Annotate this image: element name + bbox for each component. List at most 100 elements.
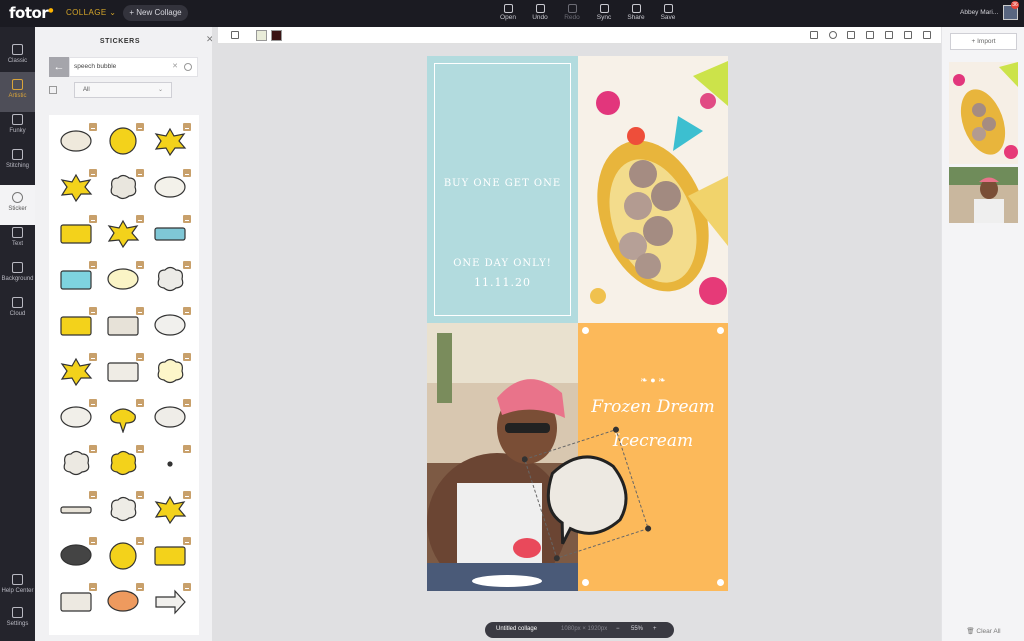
sticker-item[interactable] bbox=[153, 353, 191, 387]
rail-item-settings[interactable]: Settings bbox=[0, 600, 35, 640]
user-name[interactable]: Abbey Mari... bbox=[960, 9, 998, 16]
color-swatch-2[interactable] bbox=[271, 30, 282, 41]
cell-corner-handle[interactable] bbox=[582, 327, 589, 334]
undo-button[interactable]: Undo bbox=[525, 4, 555, 21]
resize-icon[interactable] bbox=[49, 86, 57, 94]
premium-badge-icon bbox=[89, 445, 97, 453]
sticker-item[interactable] bbox=[59, 399, 97, 433]
sticker-item[interactable] bbox=[106, 583, 144, 617]
rail-item-cloud[interactable]: Cloud bbox=[0, 290, 35, 330]
premium-badge-icon bbox=[89, 353, 97, 361]
sticker-item[interactable] bbox=[153, 491, 191, 525]
sticker-item[interactable] bbox=[106, 307, 144, 341]
mode-dropdown[interactable]: COLLAGE ⌄ bbox=[66, 8, 116, 17]
sticker-item[interactable] bbox=[153, 399, 191, 433]
rail-item-classic[interactable]: Classic bbox=[0, 37, 35, 77]
promo-date[interactable]: 11.11.20 bbox=[427, 276, 578, 289]
sticker-item[interactable] bbox=[59, 353, 97, 387]
premium-badge-icon bbox=[136, 307, 144, 315]
sticker-item[interactable] bbox=[59, 583, 97, 617]
rail-item-artistic[interactable]: Artistic bbox=[0, 72, 35, 112]
sticker-item[interactable] bbox=[153, 215, 191, 249]
sync-icon bbox=[599, 4, 609, 13]
sticker-item[interactable] bbox=[153, 537, 191, 571]
clear-all-button[interactable]: 🗑 Clear All bbox=[942, 627, 1024, 635]
search-icon[interactable] bbox=[184, 63, 192, 71]
sticker-item[interactable] bbox=[106, 537, 144, 571]
selected-speech-bubble[interactable] bbox=[522, 424, 652, 574]
import-button[interactable]: + Import bbox=[950, 33, 1017, 50]
promo-text[interactable]: BUY ONE GET ONE bbox=[427, 178, 578, 189]
new-collage-button[interactable]: + New Collage bbox=[123, 5, 188, 21]
settings-icon bbox=[12, 607, 23, 618]
notification-badge[interactable]: 36 bbox=[1011, 1, 1019, 9]
back-button[interactable]: ← bbox=[49, 57, 69, 77]
layers-icon[interactable] bbox=[885, 31, 893, 39]
sticker-item[interactable] bbox=[106, 261, 144, 295]
premium-badge-icon bbox=[89, 169, 97, 177]
sticker-item[interactable] bbox=[59, 307, 97, 341]
share-icon bbox=[631, 4, 641, 13]
zoom-out-icon[interactable]: − bbox=[616, 626, 620, 632]
rail-item-stitching[interactable]: Stitching bbox=[0, 142, 35, 182]
rail-item-text[interactable]: Text bbox=[0, 220, 35, 260]
sticker-item[interactable] bbox=[153, 583, 191, 617]
rail-item-sticker[interactable]: Sticker bbox=[0, 185, 35, 225]
sticker-item[interactable] bbox=[59, 169, 97, 203]
rotate-icon[interactable] bbox=[829, 31, 837, 39]
collage-cell-icecream-photo[interactable] bbox=[578, 56, 728, 323]
sticker-item[interactable] bbox=[153, 169, 191, 203]
flip-icon[interactable] bbox=[866, 31, 874, 39]
help-icon bbox=[12, 574, 23, 585]
rail-item-background[interactable]: Background bbox=[0, 255, 35, 295]
cell-corner-handle[interactable] bbox=[582, 579, 589, 586]
save-button[interactable]: Save bbox=[653, 4, 683, 21]
crop-icon[interactable] bbox=[847, 31, 855, 39]
collage-canvas[interactable]: BUY ONE GET ONE ONE DAY ONLY! 11.11.20 ❧… bbox=[427, 56, 728, 591]
promo-date-label[interactable]: ONE DAY ONLY! bbox=[427, 258, 578, 269]
star-icon[interactable] bbox=[231, 31, 239, 39]
sticker-item[interactable] bbox=[153, 445, 191, 479]
premium-badge-icon bbox=[183, 307, 191, 315]
left-rail: Classic Artistic Funky Stitching Sticker Text… bbox=[0, 27, 35, 641]
sticker-item[interactable] bbox=[59, 215, 97, 249]
cell-corner-handle[interactable] bbox=[717, 579, 724, 586]
sync-button[interactable]: Sync bbox=[589, 4, 619, 21]
sticker-item[interactable] bbox=[59, 123, 97, 157]
sticker-item[interactable] bbox=[153, 261, 191, 295]
thumbnail-man[interactable] bbox=[949, 167, 1018, 223]
sticker-item[interactable] bbox=[106, 399, 144, 434]
sticker-item[interactable] bbox=[153, 123, 191, 157]
lock-icon[interactable] bbox=[904, 31, 912, 39]
cell-corner-handle[interactable] bbox=[717, 327, 724, 334]
sticker-item[interactable] bbox=[153, 307, 191, 341]
thumbnail-icecream[interactable] bbox=[949, 62, 1018, 164]
search-input[interactable]: speech bubble ✕ bbox=[69, 57, 198, 77]
sticker-item[interactable] bbox=[106, 353, 144, 387]
collage-name[interactable]: Untitled collage bbox=[496, 626, 537, 632]
sticker-item[interactable] bbox=[106, 169, 144, 203]
color-swatch-1[interactable] bbox=[256, 30, 267, 41]
open-button[interactable]: Open bbox=[493, 4, 523, 21]
filter-dropdown[interactable]: All ⌄ bbox=[74, 82, 172, 98]
trash-icon[interactable] bbox=[923, 31, 931, 39]
fotor-logo[interactable]: fotor● bbox=[9, 4, 53, 22]
sticker-item[interactable] bbox=[106, 215, 144, 249]
sticker-item[interactable] bbox=[59, 445, 97, 479]
premium-badge-icon bbox=[89, 491, 97, 499]
rail-item-funky[interactable]: Funky bbox=[0, 107, 35, 147]
title-line-1[interactable]: Frozen Dream bbox=[578, 397, 728, 417]
clear-icon[interactable]: ✕ bbox=[172, 58, 178, 76]
sticker-item[interactable] bbox=[59, 491, 97, 525]
sticker-item[interactable] bbox=[106, 491, 144, 525]
premium-badge-icon bbox=[183, 583, 191, 591]
zoom-in-icon[interactable]: + bbox=[653, 626, 657, 632]
sticker-item[interactable] bbox=[59, 261, 97, 295]
sticker-item[interactable] bbox=[59, 537, 97, 571]
copy-icon[interactable] bbox=[810, 31, 818, 39]
sticker-item[interactable] bbox=[106, 123, 144, 157]
share-button[interactable]: Share bbox=[621, 4, 651, 21]
redo-button[interactable]: Redo bbox=[557, 4, 587, 21]
sticker-item[interactable] bbox=[106, 445, 144, 479]
collage-cell-text[interactable]: BUY ONE GET ONE ONE DAY ONLY! 11.11.20 bbox=[427, 56, 578, 323]
